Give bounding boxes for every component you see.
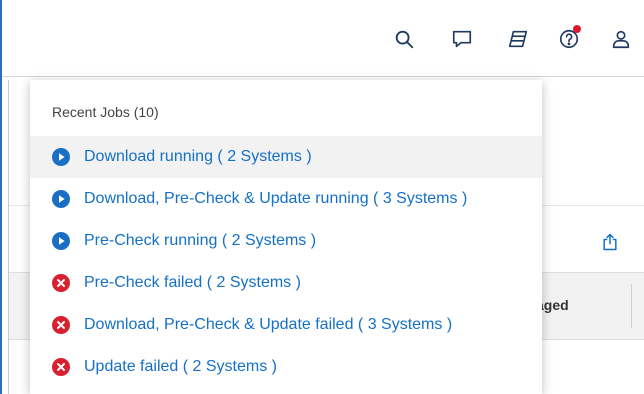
play-circle-icon	[52, 190, 70, 208]
recent-jobs-dropdown: Recent Jobs (10) Download running ( 2 Sy…	[30, 80, 542, 394]
export-icon[interactable]	[600, 232, 620, 252]
job-item[interactable]: Download, Pre-Check & Update failed ( 3 …	[30, 304, 542, 346]
column-divider[interactable]	[631, 284, 632, 328]
user-icon[interactable]	[610, 28, 632, 50]
error-circle-icon	[52, 358, 70, 376]
play-circle-icon	[52, 148, 70, 166]
job-item[interactable]: Download, Pre-Check & Update running ( 3…	[30, 178, 542, 220]
content-panel-border	[8, 80, 9, 394]
error-circle-icon	[52, 274, 70, 292]
layers-icon[interactable]	[507, 28, 529, 50]
chat-icon[interactable]	[451, 28, 473, 50]
job-label: Update failed ( 2 Systems )	[84, 358, 277, 375]
search-icon[interactable]	[393, 28, 415, 50]
top-header	[2, 0, 644, 77]
job-label: Download, Pre-Check & Update running ( 3…	[84, 190, 468, 207]
job-label: Download running ( 2 Systems )	[84, 148, 312, 165]
recent-jobs-title: Recent Jobs (10)	[52, 104, 159, 120]
recent-jobs-list: Download running ( 2 Systems ) Download, …	[30, 136, 542, 388]
help-icon[interactable]	[558, 25, 581, 50]
job-item[interactable]: Download running ( 2 Systems )	[30, 136, 542, 178]
notification-badge	[573, 25, 581, 33]
job-label: Download, Pre-Check & Update failed ( 3 …	[84, 316, 453, 333]
job-label: Pre-Check failed ( 2 Systems )	[84, 274, 301, 291]
error-circle-icon	[52, 316, 70, 334]
job-label: Pre-Check running ( 2 Systems )	[84, 232, 317, 249]
play-circle-icon	[52, 232, 70, 250]
job-item[interactable]: Pre-Check failed ( 2 Systems )	[30, 262, 542, 304]
job-item[interactable]: Pre-Check running ( 2 Systems )	[30, 220, 542, 262]
job-item[interactable]: Update failed ( 2 Systems )	[30, 346, 542, 388]
